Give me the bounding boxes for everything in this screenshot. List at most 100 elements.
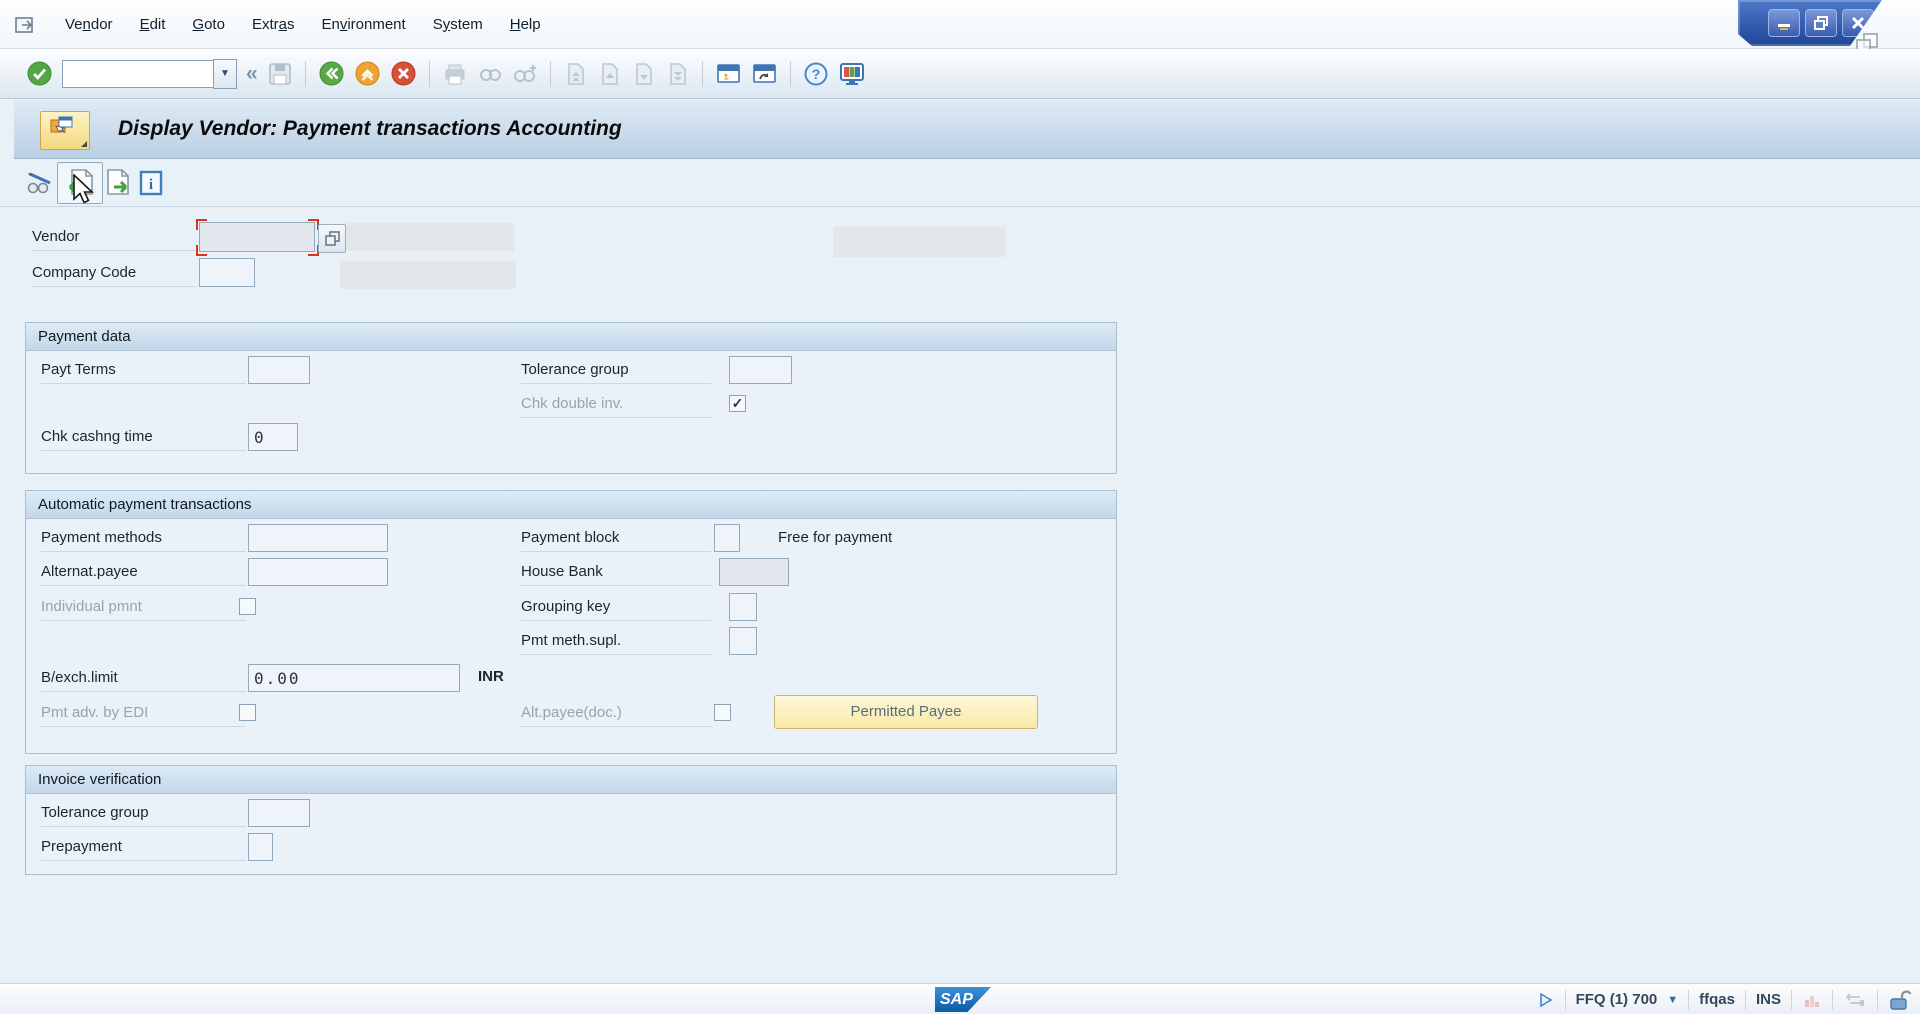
services-for-object-button[interactable] [40,111,90,150]
grouping-key-input[interactable] [729,593,757,621]
focus-bracket [196,245,207,256]
alternat-payee-input[interactable] [248,558,388,586]
print-icon[interactable] [442,61,468,87]
system-session-text[interactable]: FFQ (1) 700 [1576,991,1658,1008]
pmt-meth-supl-input[interactable] [729,627,757,655]
performance-icon [1802,991,1822,1009]
individual-pmnt-checkbox[interactable] [239,598,256,615]
command-dropdown-icon[interactable]: ▼ [213,59,237,89]
tolerance-group-input[interactable] [729,356,792,384]
payment-methods-label: Payment methods [41,527,246,552]
auto-payment-header: Automatic payment transactions [26,491,1116,519]
invoice-verification-header: Invoice verification [26,766,1116,794]
payment-data-group: Payment data Payt Terms Tolerance group … [25,322,1117,474]
restore-button[interactable] [1805,9,1837,37]
play-icon[interactable] [1537,991,1555,1009]
chk-double-inv-label: Chk double inv. [521,393,711,418]
minimize-button[interactable] [1768,9,1800,37]
last-page-icon[interactable] [665,61,690,87]
sap-gui-window: Vendor Edit Goto Extras Environment Syst… [0,0,1920,1014]
next-screen-icon[interactable] [103,167,135,197]
mouse-cursor [72,174,98,213]
info-icon[interactable]: i [139,170,163,196]
chk-double-inv-checkbox[interactable] [729,395,746,412]
company-code-label: Company Code [32,262,197,287]
redacted-vendor-name [346,223,514,251]
currency-text: INR [478,668,504,685]
payment-block-label: Payment block [521,527,711,552]
find-next-icon[interactable] [512,61,538,87]
menu-edit[interactable]: Edit [140,16,166,33]
title-band: Display Vendor: Payment transactions Acc… [14,100,1920,159]
payt-terms-label: Payt Terms [41,359,246,384]
permitted-payee-button[interactable]: Permitted Payee [774,695,1038,729]
prepayment-input[interactable] [248,833,273,861]
standard-toolbar: ▼ « [0,49,1920,99]
cancel-icon[interactable] [390,60,417,87]
chk-cashng-time-label: Chk cashng time [41,426,246,451]
pmt-adv-edi-label: Pmt adv. by EDI [41,702,246,727]
svg-text:?: ? [811,66,820,82]
menu-system[interactable]: System [433,16,483,33]
menu-help[interactable]: Help [510,16,541,33]
house-bank-label: House Bank [521,561,711,586]
collapse-toolbar-icon[interactable]: « [246,63,258,84]
bexch-limit-input[interactable] [248,664,460,692]
client-host-text: ffqas [1699,991,1735,1008]
payment-data-header: Payment data [26,323,1116,351]
first-page-icon[interactable] [563,61,588,87]
menu-bar: Vendor Edit Goto Extras Environment Syst… [0,0,1920,49]
house-bank-input[interactable] [719,558,789,586]
svg-text:i: i [149,177,153,193]
menu-environment[interactable]: Environment [321,16,405,33]
payment-block-input[interactable] [714,524,740,552]
menu-goto[interactable]: Goto [192,16,225,33]
help-icon[interactable]: ? [803,61,829,87]
focus-bracket [196,219,207,230]
vendor-input[interactable] [199,222,315,252]
grouping-key-label: Grouping key [521,596,711,621]
pmt-adv-edi-checkbox[interactable] [239,704,256,721]
previous-page-icon[interactable] [597,61,622,87]
services-dropdown-caret [81,141,87,147]
back-icon[interactable] [318,60,345,87]
pmt-meth-supl-label: Pmt meth.supl. [521,630,711,655]
system-dropdown-icon[interactable]: ▼ [1667,994,1678,1006]
iv-tolerance-group-label: Tolerance group [41,802,246,827]
multiple-selection-icon[interactable] [318,224,346,253]
menu-extras[interactable]: Extras [252,16,295,33]
page-title: Display Vendor: Payment transactions Acc… [118,100,622,158]
response-time-icon [1843,991,1867,1009]
system-menu-icon[interactable] [14,11,38,37]
sap-logo: SAP [935,987,991,1012]
chk-cashng-time-input[interactable] [248,423,298,451]
unlocked-icon[interactable] [1888,989,1912,1011]
next-page-icon[interactable] [631,61,656,87]
bexch-limit-label: B/exch.limit [41,667,246,692]
payt-terms-input[interactable] [248,356,310,384]
payment-methods-input[interactable] [248,524,388,552]
insert-mode-text[interactable]: INS [1756,991,1781,1008]
status-bar: SAP FFQ (1) 700 ▼ ffqas INS [0,983,1920,1014]
iv-tolerance-group-input[interactable] [248,799,310,827]
alt-payee-doc-checkbox[interactable] [714,704,731,721]
command-field[interactable] [62,60,213,88]
enter-icon[interactable] [26,60,53,87]
prepayment-label: Prepayment [41,836,246,861]
alternat-payee-label: Alternat.payee [41,561,246,586]
menu-vendor[interactable]: Vendor [65,16,113,33]
exit-icon[interactable] [354,60,381,87]
customize-local-layout-icon[interactable] [838,61,866,87]
tolerance-group-label: Tolerance group [521,359,711,384]
new-session-icon[interactable] [715,61,742,87]
create-shortcut-icon[interactable] [751,61,778,87]
alt-payee-doc-label: Alt.payee(doc.) [521,702,711,727]
display-change-icon[interactable] [24,168,56,196]
individual-pmnt-label: Individual pmnt [41,596,246,621]
find-icon[interactable] [477,61,503,87]
company-code-input[interactable] [199,258,255,287]
auto-payment-group: Automatic payment transactions Payment m… [25,490,1117,754]
invoice-verification-group: Invoice verification Tolerance group Pre… [25,765,1117,875]
toolbar-divider [0,206,1920,207]
save-icon[interactable] [267,61,293,87]
